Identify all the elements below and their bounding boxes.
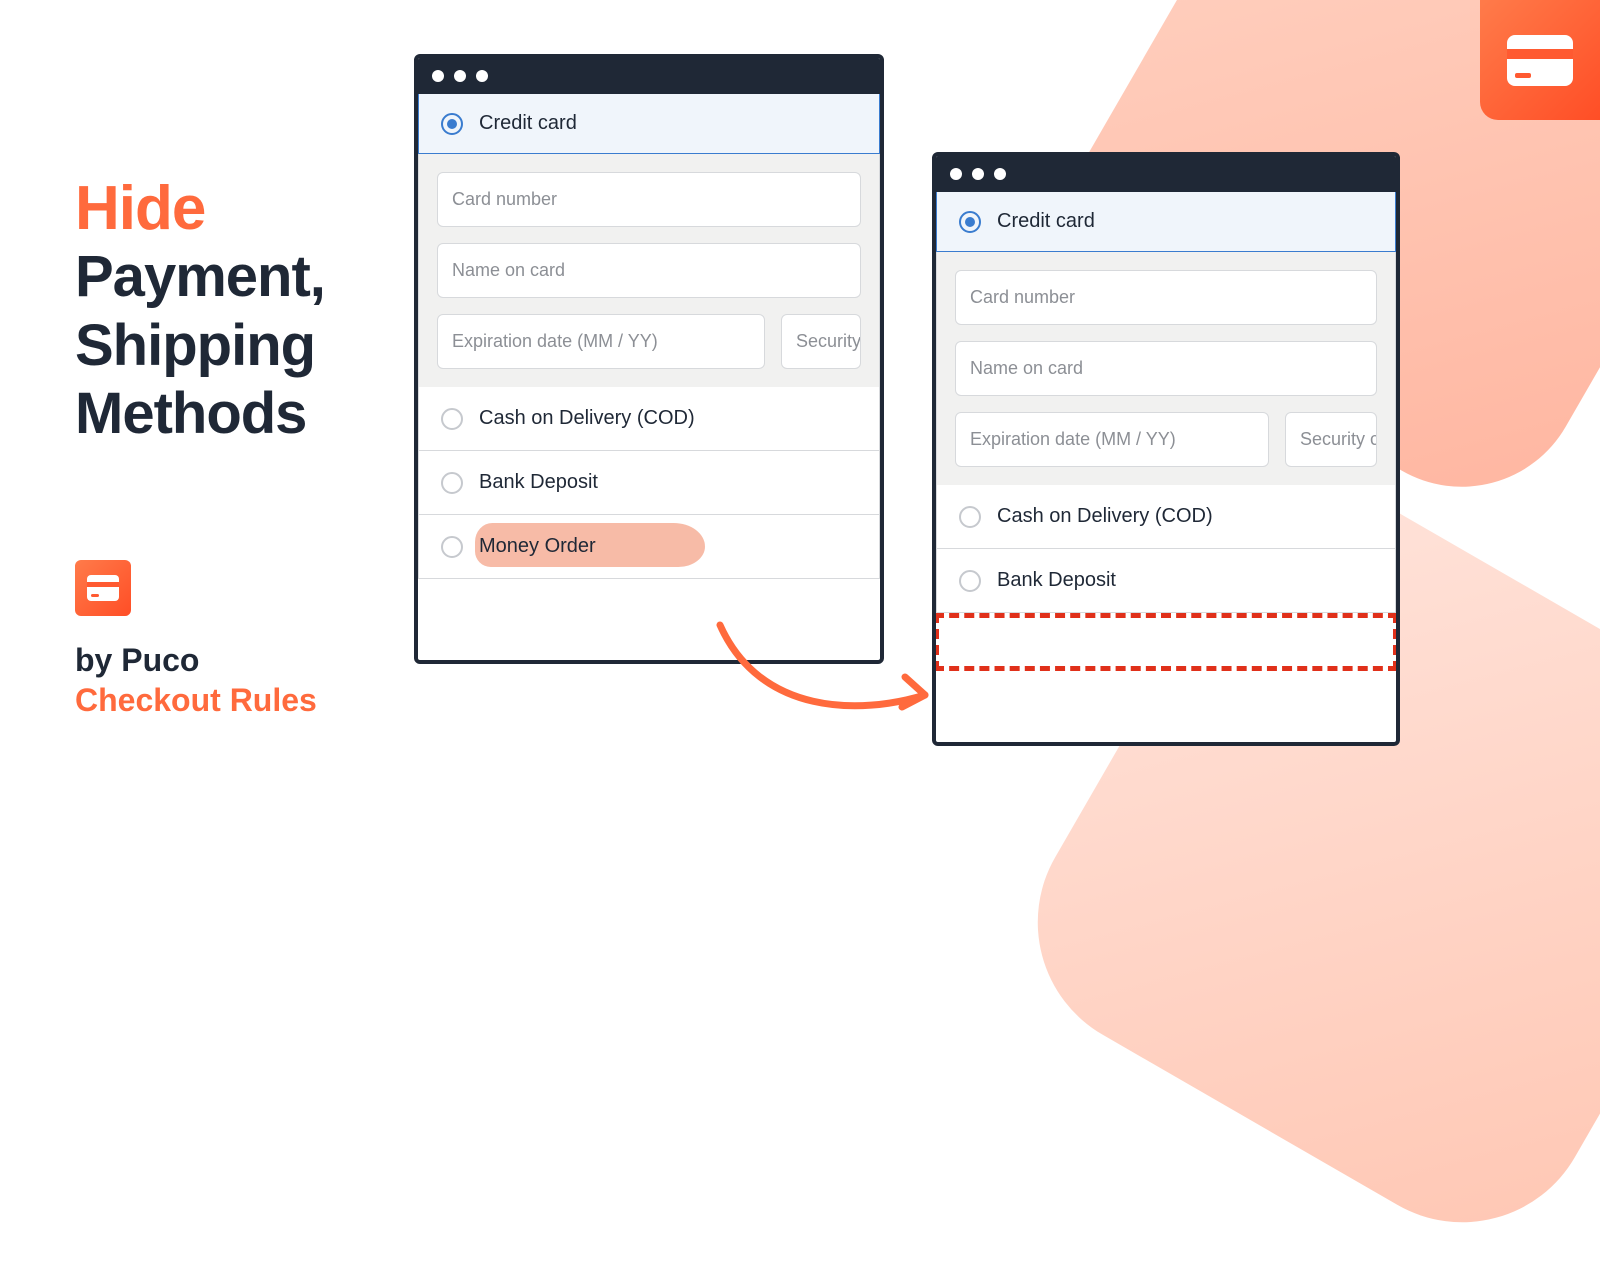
window-titlebar xyxy=(936,156,1396,192)
radio-unselected-icon xyxy=(441,536,463,558)
payment-option-money-order[interactable]: Money Order xyxy=(418,515,880,579)
security-code-input[interactable]: Security xyxy=(781,314,861,369)
credit-card-form: Card number Name on card Expiration date… xyxy=(418,154,880,387)
money-order-label: Money Order xyxy=(479,535,596,558)
byline-by: by Puco xyxy=(75,642,199,678)
payment-panel: Credit card Card number Name on card Exp… xyxy=(936,192,1396,671)
payment-option-cod[interactable]: Cash on Delivery (COD) xyxy=(418,387,880,451)
radio-unselected-icon xyxy=(441,408,463,430)
window-dot-icon xyxy=(950,168,962,180)
payment-option-cod[interactable]: Cash on Delivery (COD) xyxy=(936,485,1396,549)
window-dot-icon xyxy=(476,70,488,82)
credit-card-label: Credit card xyxy=(479,112,577,135)
radio-unselected-icon xyxy=(959,570,981,592)
removed-option-placeholder xyxy=(934,613,1398,671)
headline-block: Hide Payment, Shipping Methods xyxy=(75,175,325,449)
card-number-input[interactable]: Card number xyxy=(955,270,1377,325)
headline-line-1: Payment, xyxy=(75,243,325,311)
credit-card-label: Credit card xyxy=(997,210,1095,233)
headline-line-3: Methods xyxy=(75,380,325,448)
window-dot-icon xyxy=(972,168,984,180)
payment-option-credit-card[interactable]: Credit card xyxy=(418,94,880,154)
payment-option-credit-card[interactable]: Credit card xyxy=(936,192,1396,252)
name-on-card-input[interactable]: Name on card xyxy=(437,243,861,298)
payment-panel: Credit card Card number Name on card Exp… xyxy=(418,94,880,579)
window-titlebar xyxy=(418,58,880,94)
security-code-input[interactable]: Security c xyxy=(1285,412,1377,467)
browser-after: Credit card Card number Name on card Exp… xyxy=(932,152,1400,746)
headline-line-2: Shipping xyxy=(75,312,325,380)
expiration-input[interactable]: Expiration date (MM / YY) xyxy=(955,412,1269,467)
window-dot-icon xyxy=(454,70,466,82)
app-logo-small xyxy=(75,560,131,616)
cod-label: Cash on Delivery (COD) xyxy=(997,505,1213,528)
payment-option-bank[interactable]: Bank Deposit xyxy=(936,549,1396,613)
byline-brand: Checkout Rules xyxy=(75,680,317,720)
credit-card-icon xyxy=(1505,33,1575,88)
window-dot-icon xyxy=(432,70,444,82)
browser-before: Credit card Card number Name on card Exp… xyxy=(414,54,884,664)
expiration-input[interactable]: Expiration date (MM / YY) xyxy=(437,314,765,369)
cod-label: Cash on Delivery (COD) xyxy=(479,407,695,430)
card-number-input[interactable]: Card number xyxy=(437,172,861,227)
credit-card-icon xyxy=(86,574,120,602)
radio-unselected-icon xyxy=(441,472,463,494)
payment-option-bank[interactable]: Bank Deposit xyxy=(418,451,880,515)
credit-card-form: Card number Name on card Expiration date… xyxy=(936,252,1396,485)
name-on-card-input[interactable]: Name on card xyxy=(955,341,1377,396)
radio-selected-icon xyxy=(441,113,463,135)
window-dot-icon xyxy=(994,168,1006,180)
radio-unselected-icon xyxy=(959,506,981,528)
byline: by Puco Checkout Rules xyxy=(75,640,317,720)
bank-label: Bank Deposit xyxy=(997,569,1116,592)
radio-selected-icon xyxy=(959,211,981,233)
headline-hide: Hide xyxy=(75,175,325,243)
app-badge-top-right xyxy=(1480,0,1600,120)
bank-label: Bank Deposit xyxy=(479,471,598,494)
